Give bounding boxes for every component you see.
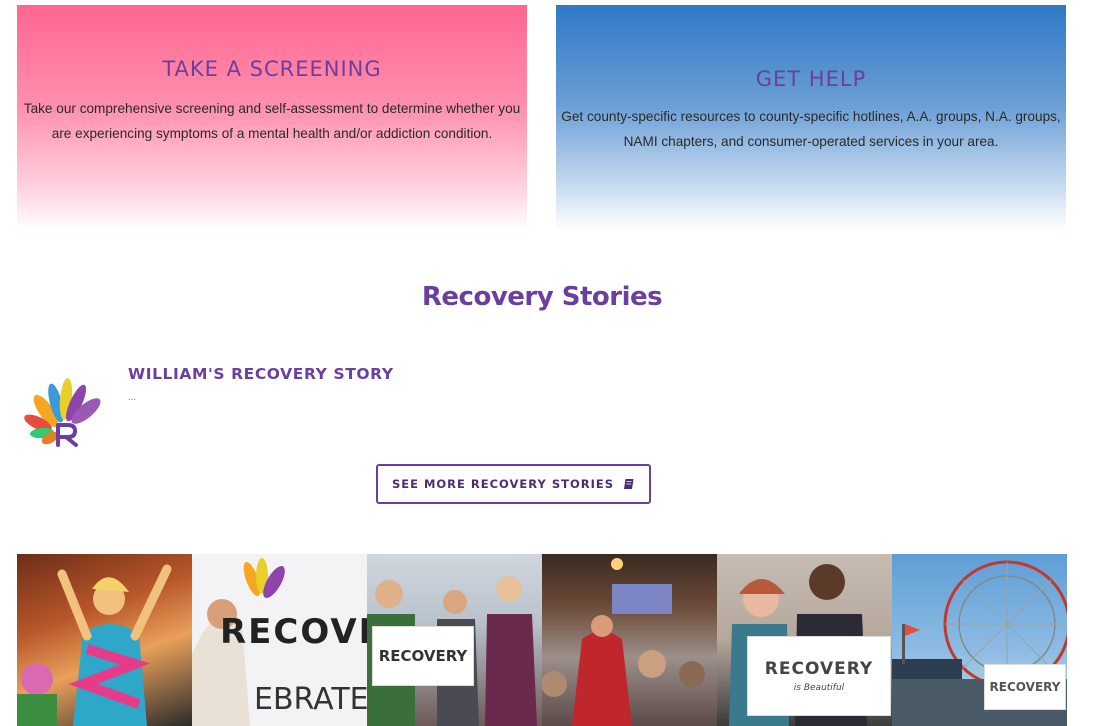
photo-celebrate-banner[interactable]: RECOVE EBRATE xyxy=(192,554,367,726)
photo-recovery-sign-group[interactable]: RECOVERY xyxy=(367,554,542,726)
photo-ferris-wheel[interactable]: RECOVERY xyxy=(892,554,1067,726)
photo-conference-crowd[interactable] xyxy=(542,554,717,726)
recovery-sign-fair-text: RECOVERY xyxy=(984,664,1066,710)
photo-gallery: RECOVE EBRATE RECOVERY xyxy=(17,554,1067,726)
get-help-card[interactable]: GET HELP Get county-specific resources t… xyxy=(556,5,1066,230)
book-icon xyxy=(624,479,634,489)
crowd-illustration xyxy=(542,558,705,726)
see-more-recovery-stories-button[interactable]: SEE MORE RECOVERY STORIES xyxy=(376,464,651,504)
recovery-banner-logo: RECOVE xyxy=(220,612,367,652)
photo-celebration-stage[interactable] xyxy=(17,554,192,726)
story-title-link[interactable]: WILLIAM'S RECOVERY STORY xyxy=(128,365,394,383)
get-help-title[interactable]: GET HELP xyxy=(556,5,1066,91)
celebrate-banner-text: EBRATE xyxy=(254,682,367,717)
take-screening-description: Take our comprehensive screening and sel… xyxy=(23,101,521,141)
get-help-description: Get county-specific resources to county-… xyxy=(561,109,1061,149)
recovery-logo-icon[interactable] xyxy=(20,375,106,449)
recovery-sign-text: RECOVERY xyxy=(372,626,474,686)
recovery-stories-heading: Recovery Stories xyxy=(421,282,663,312)
celebration-illustration xyxy=(17,564,172,726)
story-excerpt: ... xyxy=(128,392,137,403)
recovery-sign-pair-text: RECOVERY is Beautiful xyxy=(747,636,891,716)
see-more-button-label: SEE MORE RECOVERY STORIES xyxy=(391,477,615,491)
take-screening-card[interactable]: TAKE A SCREENING Take our comprehensive … xyxy=(17,5,527,230)
take-screening-title[interactable]: TAKE A SCREENING xyxy=(17,5,527,81)
recovery-sign-pair-subtitle: is Beautiful xyxy=(793,683,845,693)
recovery-sign-pair-title: RECOVERY xyxy=(764,659,874,679)
photo-recovery-sign-pair[interactable]: RECOVERY is Beautiful xyxy=(717,554,892,726)
